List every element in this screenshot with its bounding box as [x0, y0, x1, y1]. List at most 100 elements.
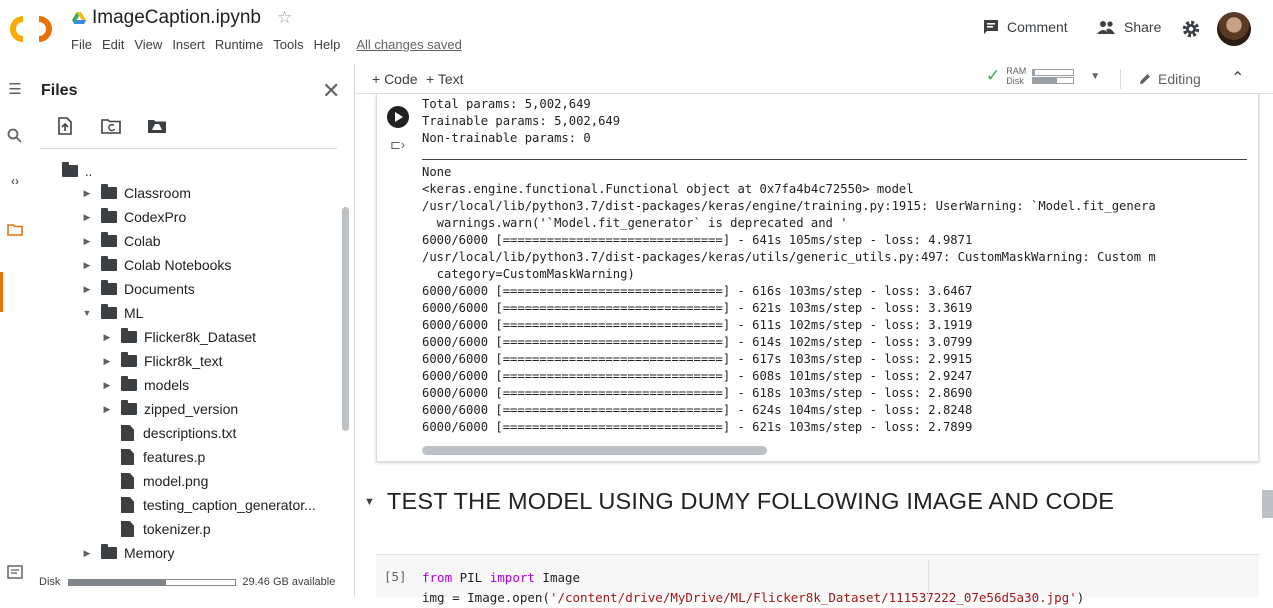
chevron-down-icon[interactable]: ▼ [81, 308, 93, 318]
menu-insert[interactable]: Insert [167, 37, 210, 52]
file-item[interactable]: model.png [101, 469, 208, 493]
colab-logo[interactable] [8, 14, 54, 44]
tree-item-label: descriptions.txt [143, 425, 237, 441]
chevron-down-icon[interactable]: ▼ [1090, 71, 1100, 82]
ram-label: RAM [1006, 66, 1027, 76]
chevron-right-icon[interactable]: ▶ [81, 188, 93, 199]
divider [1120, 69, 1121, 89]
output-line: None [422, 165, 452, 179]
chevron-right-icon[interactable]: ▶ [81, 284, 93, 295]
file-item[interactable]: testing_caption_generator... [101, 493, 316, 517]
output-divider [422, 159, 1247, 160]
menu-tools[interactable]: Tools [268, 37, 308, 52]
folder-item[interactable]: ▶ models [101, 373, 189, 397]
tree-item-label: CodexPro [124, 209, 187, 225]
disk-usage: Disk 29.46 GB available [39, 574, 349, 590]
notebook-title[interactable]: ImageCaption.ipynb [92, 7, 261, 29]
folder-item[interactable]: ▼ ML [81, 301, 143, 325]
tree-item-label: testing_caption_generator... [143, 497, 316, 513]
close-icon[interactable]: ✕ [322, 78, 340, 104]
folder-item[interactable]: ▶ zipped_version [101, 397, 238, 421]
disk-usage-fill [69, 579, 166, 585]
output-cell[interactable]: ⊏› Total params: 5,002,649 Trainable para… [376, 94, 1259, 462]
chevron-up-icon[interactable]: ⌃ [1231, 68, 1244, 88]
people-icon [1097, 21, 1115, 34]
chevron-right-icon[interactable]: ▶ [81, 548, 93, 559]
chevron-right-icon[interactable]: ▶ [101, 356, 113, 367]
output-line: 6000/6000 [=============================… [422, 284, 973, 298]
folder-item[interactable]: ▶ Flicker8k_Dataset [101, 325, 256, 349]
section-title: TEST THE MODEL USING DUMY FOLLOWING IMAG… [386, 488, 1115, 514]
tree-item-label: Documents [124, 281, 195, 297]
mount-drive-icon[interactable] [146, 116, 168, 136]
folder-item[interactable]: ▶ Colab [81, 229, 161, 253]
tree-item-label: Flickr8k_text [144, 353, 223, 369]
disk-label: Disk [1006, 76, 1024, 86]
gear-icon[interactable] [1181, 19, 1201, 39]
upload-icon[interactable] [54, 116, 76, 136]
menu-bar: File Edit View Insert Runtime Tools Help… [66, 37, 467, 52]
chevron-right-icon[interactable]: ▶ [101, 404, 113, 415]
editing-mode-button[interactable]: Editing [1138, 71, 1201, 87]
collapse-caret-icon[interactable]: ▼ [364, 496, 375, 508]
chevron-right-icon[interactable]: ▶ [81, 212, 93, 223]
ram-bar [1032, 68, 1075, 76]
output-icon[interactable]: ⊏› [390, 137, 405, 153]
menu-view[interactable]: View [129, 37, 167, 52]
menu-icon[interactable]: ☰ [6, 80, 24, 98]
folder-icon [101, 232, 117, 247]
resources-indicator[interactable]: ✓ RAM Disk ▼ [986, 66, 1100, 86]
save-status[interactable]: All changes saved [351, 37, 467, 52]
notebook-scrollbar[interactable] [1262, 490, 1273, 518]
file-item[interactable]: descriptions.txt [101, 421, 236, 445]
parent-directory[interactable]: .. [62, 159, 92, 183]
chevron-right-icon[interactable]: ▶ [81, 236, 93, 247]
menu-runtime[interactable]: Runtime [210, 37, 268, 52]
menu-file[interactable]: File [66, 37, 97, 52]
folder-item[interactable]: ▶ CodexPro [81, 205, 186, 229]
output-line: 6000/6000 [=============================… [422, 233, 973, 247]
star-icon[interactable]: ☆ [277, 8, 292, 28]
disk-label: Disk [39, 576, 61, 588]
terminal-icon[interactable] [6, 563, 24, 581]
share-button[interactable]: Share [1096, 19, 1161, 35]
share-label: Share [1124, 19, 1162, 35]
output-line: Total params: 5,002,649 [422, 97, 591, 111]
output-line: /usr/local/lib/python3.7/dist-packages/k… [422, 199, 1156, 213]
section-heading[interactable]: ▼ TEST THE MODEL USING DUMY FOLLOWING IM… [364, 488, 1114, 515]
chevron-right-icon[interactable]: ▶ [101, 380, 113, 391]
search-icon[interactable] [6, 127, 24, 145]
output-scroll-thumb[interactable] [422, 446, 767, 455]
file-item[interactable]: tokenizer.p [101, 517, 211, 541]
folder-item[interactable]: ▶ Documents [81, 277, 195, 301]
files-toolbar [54, 116, 168, 136]
folder-icon[interactable] [6, 221, 24, 239]
folder-item[interactable]: ▶ Memory [81, 541, 175, 565]
file-item[interactable]: features.p [101, 445, 205, 469]
output-line: 6000/6000 [=============================… [422, 403, 973, 417]
refresh-folder-icon[interactable] [100, 116, 122, 136]
menu-edit[interactable]: Edit [97, 37, 129, 52]
comment-icon [984, 20, 998, 34]
code-icon[interactable]: ‹› [6, 174, 24, 192]
chevron-right-icon[interactable]: ▶ [81, 260, 93, 271]
avatar[interactable] [1217, 12, 1251, 46]
editing-label: Editing [1158, 71, 1201, 87]
code-cell[interactable]: [5] from PIL import Image img = Image.op… [376, 554, 1259, 605]
comment-button[interactable]: Comment [983, 19, 1068, 35]
run-button[interactable] [387, 106, 409, 128]
add-text-button[interactable]: + Text [426, 71, 464, 87]
folder-item[interactable]: ▶ Classroom [81, 181, 191, 205]
files-scrollbar[interactable] [342, 207, 349, 431]
output-line: 6000/6000 [=============================… [422, 420, 973, 434]
folder-item[interactable]: ▶ Colab Notebooks [81, 253, 231, 277]
chevron-right-icon[interactable]: ▶ [101, 332, 113, 343]
folder-icon [101, 184, 117, 199]
output-line: 6000/6000 [=============================… [422, 352, 973, 366]
add-code-button[interactable]: + Code [372, 71, 418, 87]
check-icon: ✓ [986, 66, 1001, 85]
menu-help[interactable]: Help [309, 37, 346, 52]
folder-item[interactable]: ▶ Flickr8k_text [101, 349, 223, 373]
code-editor[interactable]: from PIL import Image img = Image.open('… [422, 568, 1084, 608]
output-scrollbar[interactable] [422, 446, 1257, 455]
